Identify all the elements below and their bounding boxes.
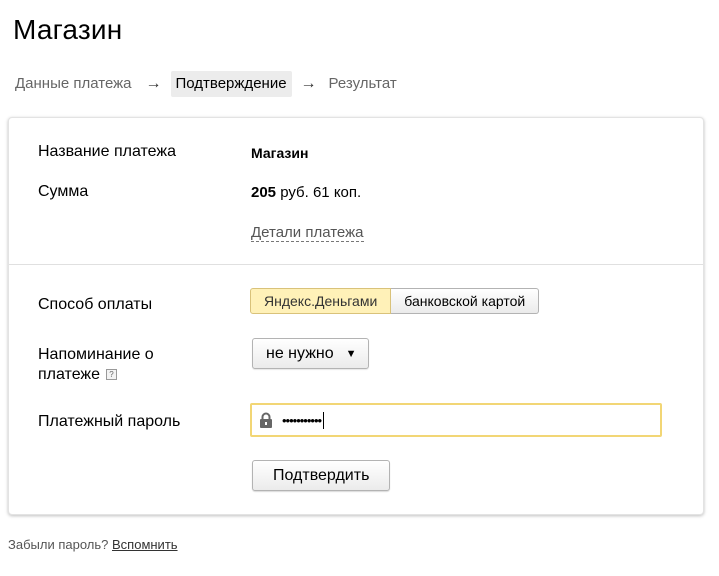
amount-value: 205 руб. 61 коп. [251, 184, 361, 201]
method-bank-card-button[interactable]: банковской картой [391, 288, 540, 314]
password-input-value: ••••••••••• [282, 412, 322, 428]
arrow-right-icon: → [145, 75, 162, 92]
step-result: Результат [328, 75, 397, 92]
reminder-select-value: не нужно [266, 344, 334, 362]
help-icon[interactable]: ? [106, 369, 118, 381]
payment-details-link[interactable]: Детали платежа [251, 224, 364, 242]
amount-rubles: 205 [251, 184, 277, 201]
details-link-wrap: Детали платежа [251, 224, 364, 242]
reminder-label: Напоминание о платеже? [38, 345, 154, 385]
page-title: Магазин [13, 14, 123, 45]
text-caret [323, 411, 325, 429]
payment-name-label: Название платежа [38, 143, 176, 160]
recover-password-link[interactable]: Вспомнить [112, 537, 178, 552]
forgot-password: Забыли пароль? Вспомнить [8, 537, 178, 552]
confirm-button[interactable]: Подтвердить [252, 460, 391, 491]
amount-rest: руб. 61 коп. [276, 184, 362, 201]
reminder-label-line2-wrap: платеже? [38, 365, 154, 385]
reminder-label-line2: платеже [38, 366, 101, 383]
step-confirmation: Подтверждение [170, 71, 292, 97]
password-label: Платежный пароль [38, 413, 181, 430]
breadcrumb-steps: Данные платежа → Подтверждение → Результ… [15, 71, 397, 97]
payment-method-label: Способ оплаты [38, 296, 153, 313]
payment-name-value: Магазин [251, 145, 309, 161]
payment-card: Название платежа Магазин Сумма 205 руб. … [8, 117, 704, 515]
arrow-right-icon: → [300, 75, 317, 92]
password-field[interactable]: ••••••••••• [250, 403, 662, 437]
payment-method-switch: Яндекс.Деньгами банковской картой [250, 288, 540, 314]
reminder-label-line1: Напоминание о [38, 346, 154, 363]
divider [9, 264, 703, 265]
reminder-select[interactable]: не нужно ▼ [252, 338, 369, 369]
lock-icon [260, 412, 272, 428]
forgot-password-text: Забыли пароль? [8, 537, 109, 552]
chevron-down-icon: ▼ [345, 347, 357, 360]
step-payment-data: Данные платежа [15, 75, 132, 92]
amount-label: Сумма [38, 183, 89, 200]
method-yandex-money-button[interactable]: Яндекс.Деньгами [250, 288, 392, 314]
